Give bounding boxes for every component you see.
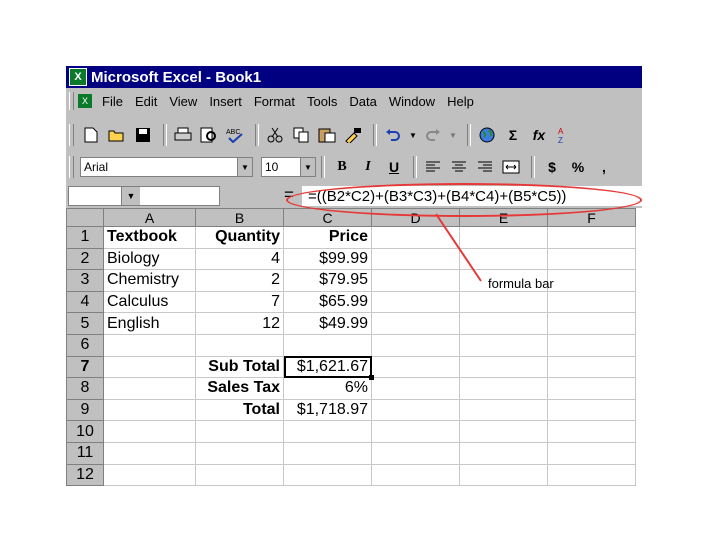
formula-bar-callout-label: formula bar: [488, 276, 554, 291]
callout-leader-line: [435, 213, 482, 282]
